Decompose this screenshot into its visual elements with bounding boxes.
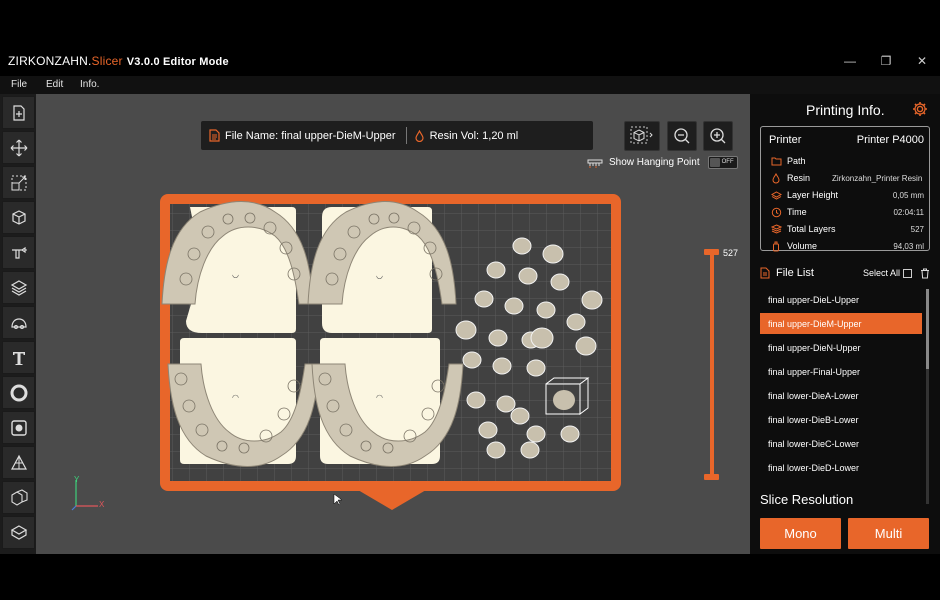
file-list-header: File List Select All bbox=[760, 266, 930, 280]
platform-icon bbox=[10, 524, 27, 540]
info-row-layer-height: Layer Height 0,05 mm bbox=[769, 188, 924, 202]
axis-indicator bbox=[71, 480, 98, 511]
layers-stack-icon bbox=[10, 279, 27, 296]
file-list-item[interactable]: final lower-DieA-Lower bbox=[760, 385, 922, 406]
layer-slider-top-handle[interactable] bbox=[704, 249, 719, 255]
build-plate-scene[interactable]: ◡ ◡ ◠ ◠ bbox=[36, 94, 750, 554]
arrange-tool[interactable] bbox=[2, 481, 35, 514]
svg-text:◡: ◡ bbox=[376, 271, 383, 280]
platform-tool[interactable] bbox=[2, 516, 35, 549]
info-row-path: Path bbox=[769, 154, 924, 168]
axis-x-label: X bbox=[99, 500, 105, 509]
layer-slider-value: 527 bbox=[723, 248, 739, 258]
trash-icon[interactable] bbox=[920, 268, 930, 279]
left-toolbar bbox=[0, 94, 36, 554]
text-icon bbox=[12, 351, 25, 365]
resin-drop-icon bbox=[772, 172, 780, 183]
file-list-item[interactable]: final lower-DieC-Lower bbox=[760, 433, 922, 454]
bottle-icon bbox=[773, 241, 779, 251]
brand-main: ZIRKONZAHN. bbox=[8, 54, 92, 68]
menu-edit[interactable]: Edit bbox=[46, 79, 63, 90]
select-all-label: Select All bbox=[862, 268, 900, 278]
svg-text:◠: ◠ bbox=[232, 393, 239, 402]
menu-info[interactable]: Info. bbox=[80, 79, 99, 90]
axis-y-label: Y bbox=[74, 475, 80, 484]
file-list-item[interactable]: final upper-DieL-Upper bbox=[760, 289, 922, 310]
hollow-tool[interactable] bbox=[2, 306, 35, 339]
version-label: V3.0.0 Editor Mode bbox=[126, 56, 229, 68]
file-list-item[interactable]: final upper-DieN-Upper bbox=[760, 337, 922, 358]
add-file-icon bbox=[12, 104, 25, 121]
layers-icon bbox=[770, 224, 782, 234]
hole-tool[interactable] bbox=[2, 411, 35, 444]
ring-icon bbox=[10, 384, 27, 401]
restore-button[interactable]: ❐ bbox=[868, 46, 904, 76]
scale-icon bbox=[11, 175, 26, 190]
arrange-cubes-icon bbox=[10, 488, 28, 506]
file-list: final upper-DieL-Upper final upper-DieM-… bbox=[760, 289, 923, 504]
layer-slider-bottom-handle[interactable] bbox=[704, 474, 719, 480]
text-tool[interactable] bbox=[2, 341, 35, 374]
title-bar: ZIRKONZAHN.Slicer V3.0.0 Editor Mode — ❐ … bbox=[0, 46, 940, 76]
file-list-item[interactable]: final lower-DieD-Lower bbox=[760, 457, 922, 478]
move-arrows-icon bbox=[10, 139, 27, 156]
printer-info-box: Printer Printer P4000 Path Resin Zirkonz… bbox=[760, 126, 930, 251]
mono-button[interactable]: Mono bbox=[760, 518, 841, 549]
clock-icon bbox=[771, 207, 781, 217]
layer-slider-track[interactable] bbox=[710, 251, 714, 477]
brand-accent: Slicer bbox=[91, 54, 123, 68]
ring-tool[interactable] bbox=[2, 376, 35, 409]
slice-resolution-heading: Slice Resolution bbox=[760, 492, 854, 507]
viewport-3d[interactable]: File Name: final upper-DieM-Upper Resin … bbox=[36, 94, 750, 554]
layer-tool[interactable] bbox=[2, 271, 35, 304]
gear-icon[interactable] bbox=[912, 101, 928, 117]
app-brand: ZIRKONZAHN.Slicer V3.0.0 Editor Mode bbox=[8, 54, 229, 68]
layer-height-icon bbox=[770, 190, 782, 200]
file-list-item[interactable]: final upper-Final-Upper bbox=[760, 361, 922, 382]
cube-rotate-icon bbox=[11, 209, 26, 225]
move-tool[interactable] bbox=[2, 131, 35, 164]
info-row-resin: Resin Zirkonzahn_Printer Resin V bbox=[769, 171, 924, 185]
printer-label: Printer bbox=[769, 134, 802, 146]
minimize-button[interactable]: — bbox=[832, 46, 868, 76]
folder-icon bbox=[771, 157, 781, 165]
multi-button[interactable]: Multi bbox=[848, 518, 929, 549]
info-row-volume: Volume 94,03 ml bbox=[769, 239, 924, 253]
close-button[interactable]: ✕ bbox=[904, 46, 940, 76]
scale-tool[interactable] bbox=[2, 166, 35, 199]
rotate-tool[interactable] bbox=[2, 201, 35, 234]
add-file-tool[interactable] bbox=[2, 96, 35, 129]
info-row-time: Time 02:04:11 bbox=[769, 205, 924, 219]
app-window: ZIRKONZAHN.Slicer V3.0.0 Editor Mode — ❐ … bbox=[0, 0, 940, 600]
square-hole-icon bbox=[10, 419, 27, 436]
file-list-item-selected[interactable]: final upper-DieM-Upper bbox=[760, 313, 922, 334]
printer-row: Printer Printer P4000 bbox=[769, 134, 924, 146]
svg-text:◡: ◡ bbox=[232, 270, 239, 279]
svg-text:◠: ◠ bbox=[376, 393, 383, 402]
support-tool[interactable] bbox=[2, 236, 35, 269]
dome-icon bbox=[10, 317, 27, 329]
glue-gun-icon bbox=[11, 246, 27, 259]
printer-value: Printer P4000 bbox=[856, 134, 924, 146]
printing-info-panel: Printing Info. Printer Printer P4000 Pat… bbox=[750, 94, 940, 554]
select-all-checkbox[interactable] bbox=[903, 268, 912, 278]
document-icon bbox=[760, 267, 770, 279]
panel-title: Printing Info. bbox=[806, 102, 885, 118]
pyramid-tool[interactable] bbox=[2, 446, 35, 479]
info-row-total-layers: Total Layers 527 bbox=[769, 222, 924, 236]
file-list-scrollbar[interactable] bbox=[926, 289, 929, 504]
mouse-cursor bbox=[333, 493, 343, 506]
menu-file[interactable]: File bbox=[11, 79, 27, 90]
menu-bar: File Edit Info. bbox=[0, 76, 940, 94]
file-list-item[interactable]: final lower-DieB-Lower bbox=[760, 409, 922, 430]
file-list-label: File List bbox=[776, 267, 814, 279]
pyramid-icon bbox=[10, 454, 27, 470]
scrollbar-thumb[interactable] bbox=[926, 289, 929, 369]
